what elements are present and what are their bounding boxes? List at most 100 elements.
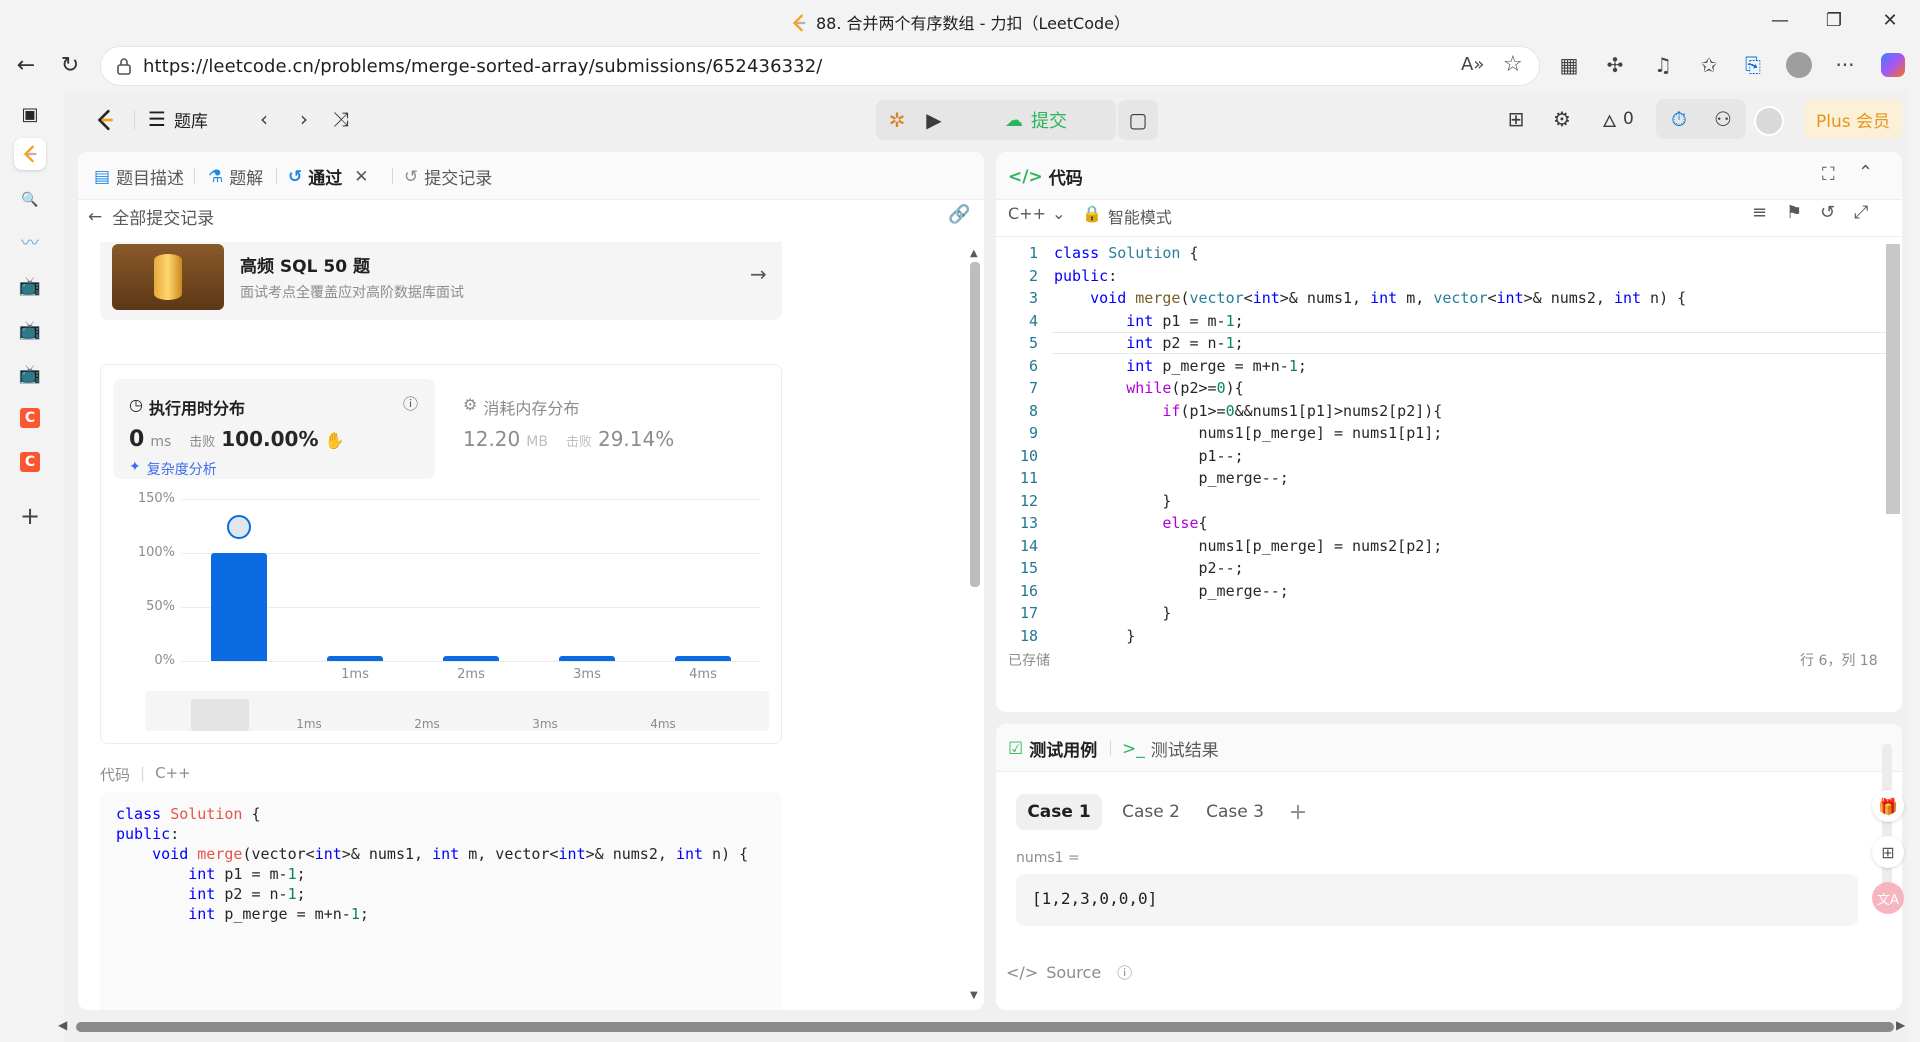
complexity-analysis-link[interactable]: ✦ 复杂度分析	[129, 459, 217, 479]
gift-icon[interactable]: 🎁	[1872, 790, 1904, 822]
variable-input[interactable]: [1,2,3,0,0,0]	[1016, 874, 1858, 926]
favorites-icon[interactable]: ✩	[1692, 48, 1726, 82]
streak-counter[interactable]: 🜂 0	[1590, 99, 1646, 139]
add-case-icon[interactable]: +	[1280, 794, 1316, 830]
code-brackets-icon: </>	[1008, 166, 1043, 187]
translate-icon[interactable]: 文A	[1872, 882, 1904, 914]
layout-icon[interactable]: ⊞	[1498, 99, 1534, 139]
back-to-all-submissions[interactable]: ← 全部提交记录	[88, 204, 214, 230]
memory-unit: MB	[526, 434, 548, 450]
back-icon[interactable]: ←	[8, 47, 44, 83]
refresh-icon[interactable]: ↻	[52, 47, 88, 83]
promo-card[interactable]: 高频 SQL 50 题 面试考点全覆盖应对高阶数据库面试 →	[100, 242, 782, 320]
settings-gear-icon[interactable]: ⚙	[1544, 99, 1580, 139]
chip-icon: ⚙	[463, 395, 478, 414]
bilibili-tab-icon[interactable]: 📺	[14, 270, 46, 302]
editor-scrollbar[interactable]	[1886, 244, 1900, 514]
scroll-down-icon[interactable]: ▼	[970, 990, 978, 1001]
extensions-icon[interactable]: ✣	[1598, 48, 1632, 82]
minimize-button[interactable]: —	[1760, 4, 1800, 36]
copilot-icon[interactable]	[1876, 48, 1910, 82]
favorite-star-icon[interactable]: ☆	[1503, 52, 1523, 77]
code-text[interactable]: class Solution { public: void merge(vect…	[1054, 242, 1686, 644]
apps-icon[interactable]: ⊞	[1872, 836, 1904, 868]
scroll-up-icon[interactable]: ▲	[970, 248, 978, 259]
share-link-icon[interactable]: 🔗	[948, 204, 970, 225]
search-tab-icon[interactable]: 🔍	[14, 184, 46, 216]
chart-range-slider[interactable]: 1ms 2ms 3ms 4ms	[145, 691, 769, 731]
chart-bar[interactable]	[675, 656, 731, 661]
runtime-box[interactable]: ◷ 执行用时分布 ⓘ 0 ms 击败 100.00% ✋ ✦ 复杂度分析	[113, 379, 435, 479]
problem-list-button[interactable]: ☰ 题库	[148, 99, 208, 139]
browser-essentials-icon[interactable]: ⎘	[1736, 48, 1770, 82]
tab-description[interactable]: ▤ 题目描述	[94, 164, 184, 190]
timer-icon[interactable]: ⏱	[1658, 99, 1700, 139]
fullscreen-icon[interactable]: ⛶	[1822, 164, 1835, 185]
add-friend-icon[interactable]: ⚇	[1702, 99, 1744, 139]
chart-bar[interactable]	[559, 656, 615, 661]
run-icon[interactable]: ▶	[916, 100, 952, 140]
source-link[interactable]: </> Source ⓘ	[1006, 962, 1132, 983]
horizontal-scrollbar[interactable]	[76, 1022, 1894, 1032]
close-window-button[interactable]: ✕	[1870, 4, 1910, 36]
chart-bar[interactable]	[327, 656, 383, 661]
bilibili-tab-icon-2[interactable]: 📺	[14, 314, 46, 346]
chart-bar[interactable]	[211, 553, 267, 661]
new-tab-plus-icon[interactable]: +	[14, 500, 46, 532]
tab-submissions[interactable]: ↺ 提交记录	[404, 164, 492, 190]
close-tab-icon[interactable]: ✕	[354, 167, 368, 187]
x-tick-label: 3ms	[573, 667, 601, 682]
collapse-icon[interactable]: ⌃	[1858, 162, 1873, 183]
x-tick-label: 4ms	[689, 667, 717, 682]
prev-problem-icon[interactable]: ‹	[250, 99, 278, 139]
profile-avatar[interactable]	[1782, 48, 1816, 82]
case-1-tab[interactable]: Case 1	[1016, 794, 1102, 830]
code-section-label: 代码 | C++	[100, 764, 191, 784]
next-problem-icon[interactable]: ›	[290, 99, 318, 139]
random-problem-icon[interactable]: ⤨	[326, 99, 356, 139]
qr-code-icon[interactable]: ▦	[1552, 48, 1586, 82]
runtime-unit: ms	[150, 434, 172, 450]
chart-bar[interactable]	[443, 656, 499, 661]
more-menu-icon[interactable]: ···	[1828, 48, 1862, 82]
y-tick-label: 150%	[137, 491, 175, 506]
media-icon[interactable]: ♫	[1646, 48, 1680, 82]
user-avatar[interactable]	[1754, 106, 1784, 136]
address-bar[interactable]: https://leetcode.cn/problems/merge-sorte…	[100, 46, 1540, 86]
submitted-code-block: class Solution { public: void merge(vect…	[100, 792, 782, 1010]
case-2-tab[interactable]: Case 2	[1108, 794, 1194, 830]
bilibili-tab-icon-3[interactable]: 📺	[14, 358, 46, 390]
tab-solutions[interactable]: ⚗ 题解	[208, 164, 263, 190]
leetcode-home-icon[interactable]	[90, 100, 120, 140]
debug-icon[interactable]: ✲	[880, 100, 914, 140]
scroll-left-icon[interactable]: ◀	[58, 1018, 67, 1032]
reset-icon[interactable]: ↺	[1820, 202, 1835, 223]
info-icon[interactable]: ⓘ	[403, 393, 418, 414]
tab-test-results[interactable]: >_ 测试结果	[1122, 736, 1219, 762]
language-select[interactable]: C++ ⌄	[1008, 204, 1065, 223]
left-scrollbar[interactable]	[970, 262, 980, 587]
variable-label: nums1 =	[1016, 850, 1080, 866]
restore-button[interactable]: ❐	[1814, 4, 1854, 36]
code-editor[interactable]: 1 2 3 4 5 6 7 8 9 10 11 12 13 14 15 16 1…	[996, 242, 1886, 644]
memory-box[interactable]: ⚙ 消耗内存分布 12.20 MB 击败 29.14%	[453, 379, 753, 479]
tab-testcases[interactable]: ☑ 测试用例	[1008, 736, 1097, 762]
case-3-tab[interactable]: Case 3	[1192, 794, 1278, 830]
format-icon[interactable]: ≡	[1752, 202, 1767, 223]
scroll-right-icon[interactable]: ▶	[1896, 1018, 1905, 1032]
bookmark-icon[interactable]: ⚑	[1786, 202, 1802, 223]
csdn-tab-icon-2[interactable]: C	[14, 446, 46, 478]
plus-member-button[interactable]: Plus 会员	[1804, 99, 1902, 139]
csdn-tab-icon[interactable]: C	[14, 402, 46, 434]
chart-tab-icon[interactable]: 〰	[14, 226, 46, 258]
smart-mode-toggle[interactable]: 🔒 智能模式	[1082, 204, 1172, 228]
expand-icon[interactable]: ⤢	[1854, 202, 1868, 223]
help-icon[interactable]: ⓘ	[1117, 962, 1132, 983]
notes-icon[interactable]: ▢	[1118, 100, 1158, 140]
tab-actions-icon[interactable]: ▣	[14, 98, 46, 130]
tab-accepted[interactable]: ↺ 通过 ✕	[288, 164, 369, 190]
leetcode-tab-icon[interactable]	[14, 138, 46, 170]
submit-button[interactable]: ☁ 提交	[956, 100, 1116, 140]
read-aloud-icon[interactable]: A»	[1461, 54, 1484, 75]
testcase-tabs: ☑ 测试用例 >_ 测试结果	[996, 724, 1902, 772]
